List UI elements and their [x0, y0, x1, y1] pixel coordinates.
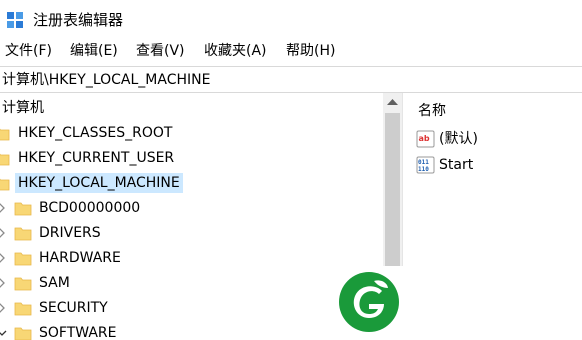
tree-item-label: DRIVERS [39, 225, 101, 241]
string-value-icon: ab [416, 130, 435, 148]
address-bar[interactable]: 计算机\HKEY_LOCAL_MACHINE [0, 66, 582, 93]
folder-icon [0, 128, 10, 141]
folder-open-icon [0, 178, 10, 191]
column-header-name[interactable]: 名称 [418, 101, 446, 121]
tree-item-hkey-classes-root[interactable]: HKEY_CLASSES_ROOT [0, 121, 383, 145]
folder-icon [14, 302, 32, 316]
tree-item-bcd00000000[interactable]: BCD00000000 [0, 196, 383, 220]
tree-item-label: HARDWARE [39, 250, 121, 266]
tree-item-drivers[interactable]: DRIVERS [0, 221, 383, 245]
tree-root-computer[interactable]: 计算机 [0, 96, 383, 120]
tree-item-label: BCD00000000 [39, 200, 141, 216]
menu-bar: 文件(F) 编辑(E) 查看(V) 收藏夹(A) 帮助(H) [0, 38, 582, 64]
tree-root-label: 计算机 [2, 100, 44, 116]
tree-item-label: SAM [39, 275, 70, 291]
address-path[interactable]: 计算机\HKEY_LOCAL_MACHINE [2, 71, 210, 89]
menu-edit[interactable]: 编辑(E) [70, 42, 118, 60]
chevron-right-icon[interactable] [0, 302, 7, 314]
title-bar: 注册表编辑器 [0, 0, 582, 38]
chevron-right-icon[interactable] [0, 277, 7, 289]
green-leaf-logo [339, 272, 399, 332]
svg-text:110: 110 [418, 166, 429, 173]
chevron-right-icon[interactable] [0, 252, 7, 264]
value-row-default[interactable]: ab (默认) [416, 128, 576, 150]
folder-icon [0, 153, 10, 166]
folder-icon [14, 227, 32, 241]
tree-item-label: SECURITY [39, 300, 108, 316]
value-name: (默认) [439, 131, 478, 147]
tree-item-hkey-current-user[interactable]: HKEY_CURRENT_USER [0, 146, 383, 170]
folder-icon [14, 202, 32, 216]
folder-icon [14, 252, 32, 266]
binary-value-icon: 011 110 [416, 156, 435, 174]
menu-file[interactable]: 文件(F) [5, 42, 52, 60]
window-title: 注册表编辑器 [33, 11, 124, 29]
value-row-start[interactable]: 011 110 Start [416, 154, 576, 176]
menu-favorites[interactable]: 收藏夹(A) [204, 42, 267, 60]
svg-text:ab: ab [419, 134, 430, 143]
tree-item-label: HKEY_LOCAL_MACHINE [15, 173, 183, 193]
chevron-right-icon[interactable] [0, 227, 7, 239]
chevron-right-icon[interactable] [0, 202, 7, 214]
watermark [326, 266, 418, 340]
chevron-down-icon[interactable] [0, 327, 7, 339]
values-list: 名称 ab (默认) 011 110 Start [410, 93, 582, 340]
svg-text:011: 011 [418, 159, 429, 166]
tree-item-label: HKEY_CLASSES_ROOT [18, 125, 173, 141]
scroll-up-arrow-icon[interactable] [387, 98, 398, 106]
tree-item-label: SOFTWARE [39, 325, 117, 340]
folder-icon [14, 277, 32, 291]
registry-editor-icon [7, 12, 23, 28]
menu-help[interactable]: 帮助(H) [286, 42, 335, 60]
value-name: Start [439, 157, 474, 173]
tree-item-hkey-local-machine[interactable]: HKEY_LOCAL_MACHINE [0, 171, 383, 195]
tree-item-label: HKEY_CURRENT_USER [18, 150, 175, 166]
menu-view[interactable]: 查看(V) [136, 42, 185, 60]
folder-open-icon [14, 327, 32, 340]
